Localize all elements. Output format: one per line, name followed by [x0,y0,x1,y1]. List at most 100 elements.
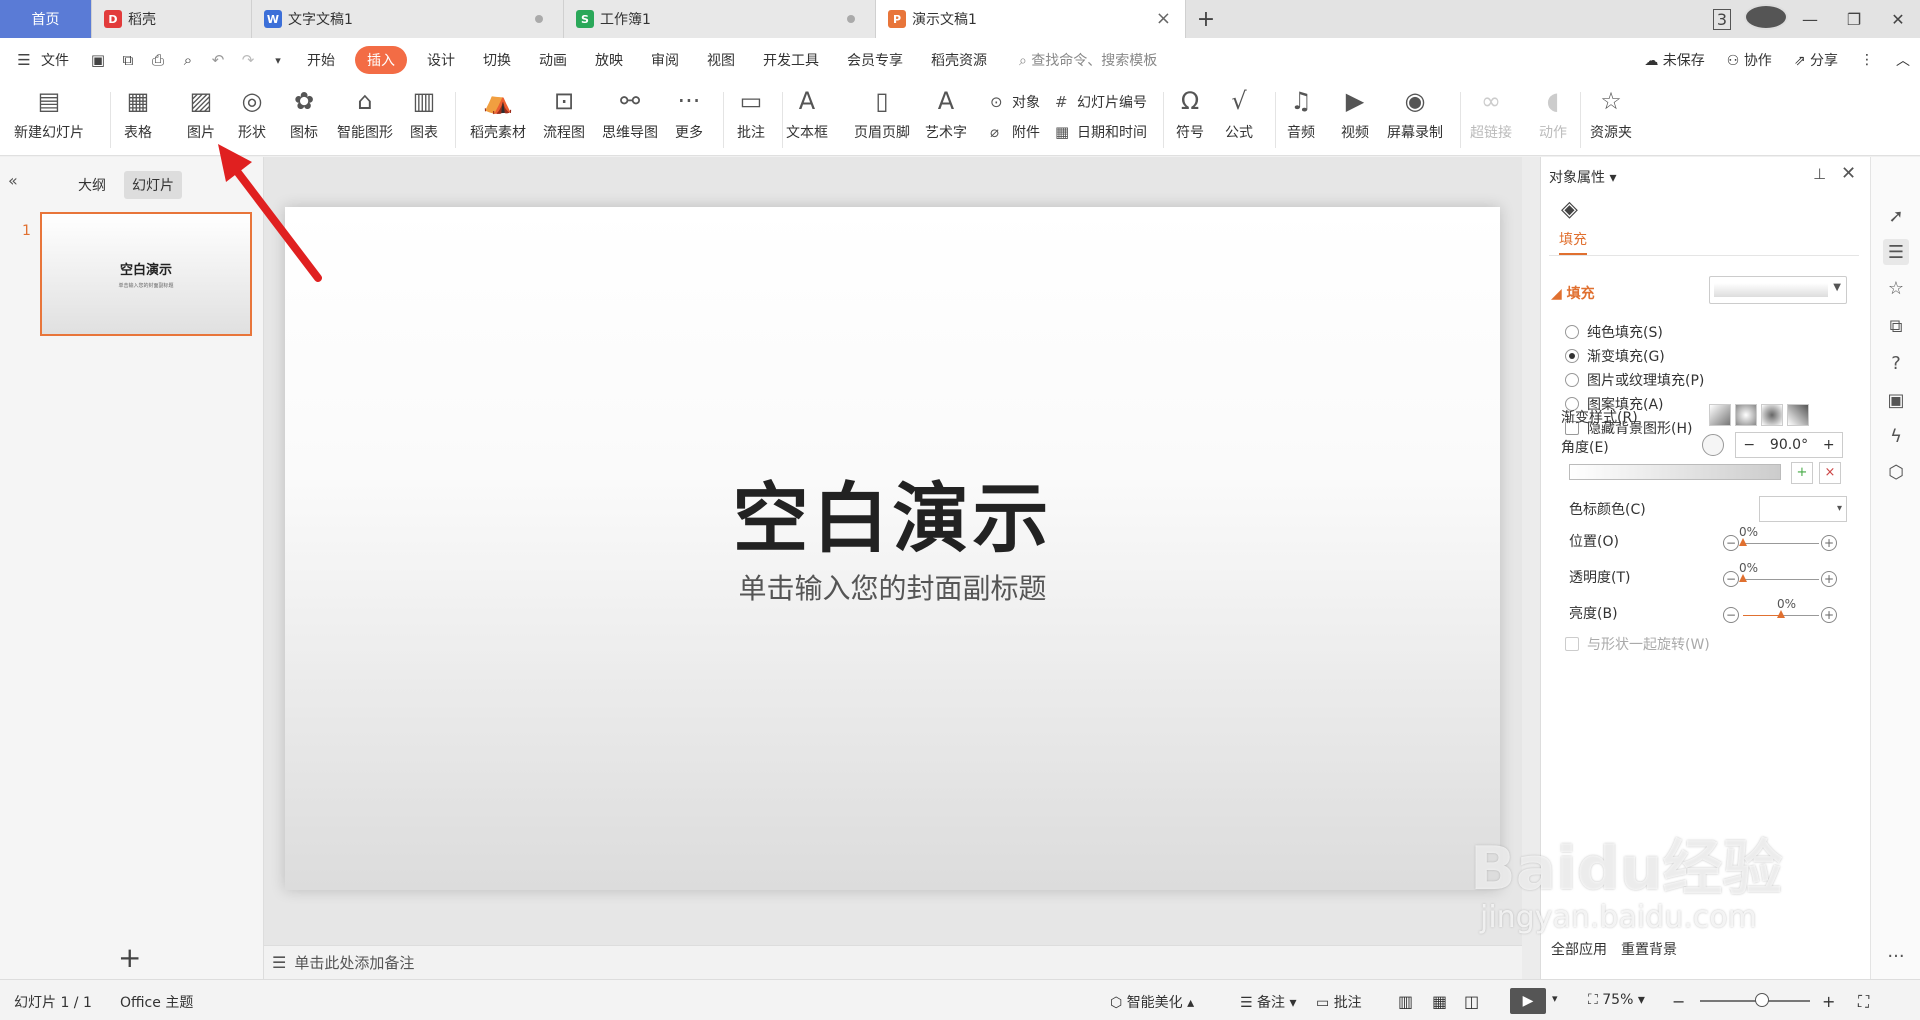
reset-bg-button[interactable]: 重置背景 [1621,939,1677,959]
shape-button[interactable]: ◎ 形状 [235,84,269,142]
rocket-icon[interactable]: ➚ [1883,203,1909,229]
menu-insert[interactable]: 插入 [355,46,407,74]
angle-spinner[interactable]: −90.0° + [1735,432,1843,458]
datetime-button[interactable]: ▦ 日期和时间 [1055,122,1147,142]
symbol-button[interactable]: Ω 符号 [1173,84,1207,142]
color-stop-dropdown[interactable]: ▾ [1759,496,1847,522]
comment-toggle[interactable]: ▭ 批注 [1316,992,1362,1012]
fill-preset-dropdown[interactable]: ▼ [1709,276,1847,304]
new-slide-button[interactable]: ▤ 新建幻灯片 [14,84,84,142]
radio-picture-fill[interactable]: 图片或纹理填充(P) [1565,370,1704,390]
decrease-icon[interactable]: − [1723,571,1739,587]
reading-view-icon[interactable]: ◫ [1464,992,1479,1011]
chart-button[interactable]: ▥ 图表 [407,84,441,142]
textbox-button[interactable]: A 文本框 [786,84,828,142]
plus-icon[interactable]: + [1816,437,1843,453]
collab-button[interactable]: ⚇ 协作 [1727,50,1772,70]
window-count-badge[interactable]: 3 [1700,8,1744,30]
more-button[interactable]: ··· 更多 [672,84,706,142]
panel-title[interactable]: 对象属性 ▾ [1549,167,1616,187]
slide-canvas[interactable]: 空白演示 单击输入您的封面副标题 [285,207,1500,890]
minus-icon[interactable]: − [1736,437,1763,453]
menu-review[interactable]: 审阅 [637,50,693,70]
slide-subtitle[interactable]: 单击输入您的封面副标题 [285,567,1500,607]
save-icon[interactable]: ▣ [88,50,108,70]
preview-icon[interactable]: ⌕ [178,50,198,70]
tab-outline[interactable]: 大纲 [70,171,114,199]
collapse-ribbon-icon[interactable]: ︿ [1896,50,1910,70]
slider-thumb[interactable] [1777,610,1785,618]
fill-section-header[interactable]: ◢ 填充 [1551,283,1595,303]
fit-window-icon[interactable]: ⛶ [1858,992,1869,1012]
tab-writer[interactable]: W 文字文稿1 [252,0,564,38]
theme-name[interactable]: Office 主题 [120,992,193,1012]
collapse-panel-icon[interactable]: « [8,171,18,190]
lightning-icon[interactable]: ϟ [1883,423,1909,449]
gradient-style-linear[interactable] [1709,404,1731,426]
mindmap-button[interactable]: ⚯ 思维导图 [602,84,658,142]
slide-number-button[interactable]: # 幻灯片编号 [1055,92,1147,112]
increase-icon[interactable]: + [1821,607,1837,623]
smartart-button[interactable]: ⌂ 智能图形 [337,84,393,142]
new-tab-button[interactable]: + [1186,0,1226,38]
resource-button[interactable]: ☆ 资源夹 [1590,84,1632,142]
close-window-icon[interactable]: ✕ [1876,10,1920,29]
star-icon[interactable]: ☆ [1883,275,1909,301]
object-button[interactable]: ⊙ 对象 [990,92,1040,112]
zoom-out-icon[interactable]: − [1672,992,1685,1011]
radio-solid-fill[interactable]: 纯色填充(S) [1565,322,1663,342]
slide-title[interactable]: 空白演示 [285,457,1500,567]
play-button[interactable]: ▶ [1510,988,1546,1014]
restore-icon[interactable]: ❐ [1832,10,1876,29]
radio-gradient-fill[interactable]: 渐变填充(G) [1565,346,1665,366]
decrease-icon[interactable]: − [1723,607,1739,623]
docer-material-button[interactable]: ⛺ 稻壳素材 [470,84,526,142]
more-dots-icon[interactable]: ··· [1883,943,1909,969]
zoom-slider-thumb[interactable] [1755,993,1769,1007]
tab-slides[interactable]: 幻灯片 [124,171,182,199]
menu-member[interactable]: 会员专享 [833,50,917,70]
help-icon[interactable]: ? [1883,350,1909,376]
gradient-style-path[interactable] [1787,404,1809,426]
beautify-button[interactable]: ⬡ 智能美化 ▴ [1110,992,1194,1012]
hamburger-icon[interactable]: ☰ [14,50,34,70]
apply-all-button[interactable]: 全部应用 [1551,939,1607,959]
minimize-icon[interactable]: — [1788,10,1832,29]
close-tab-icon[interactable]: × [1156,8,1171,29]
redo-icon[interactable]: ↷ [238,50,258,70]
increase-icon[interactable]: + [1821,571,1837,587]
flowchart-button[interactable]: ⊡ 流程图 [543,84,585,142]
menu-slideshow[interactable]: 放映 [581,50,637,70]
attachment-button[interactable]: ⌀ 附件 [990,122,1040,142]
menu-file[interactable]: 文件 [39,50,83,70]
decrease-icon[interactable]: − [1723,535,1739,551]
gradient-style-radial[interactable] [1735,404,1757,426]
menu-devtools[interactable]: 开发工具 [749,50,833,70]
command-search[interactable]: ⌕ 查找命令、搜索模板 [1019,50,1157,70]
menu-animation[interactable]: 动画 [525,50,581,70]
slide-thumbnail[interactable]: 空白演示 单击输入您的封面副标题 [40,212,252,336]
print-icon[interactable]: ⎙ [148,50,168,70]
screen-record-button[interactable]: ◉ 屏幕录制 [1387,84,1443,142]
tab-sheet[interactable]: S 工作簿1 [564,0,876,38]
formula-button[interactable]: √ 公式 [1222,84,1256,142]
menu-transition[interactable]: 切换 [469,50,525,70]
more-icon[interactable]: ⋮ [1860,52,1874,68]
share-button[interactable]: ⇗ 分享 [1794,50,1838,70]
hyperlink-button[interactable]: ∞ 超链接 [1470,84,1512,142]
zoom-fit-button[interactable]: ⛶ 75% ▾ [1588,992,1645,1008]
slider-thumb[interactable] [1739,538,1747,546]
gradient-style-rect[interactable] [1761,404,1783,426]
pin-icon[interactable]: ⊥ [1813,165,1826,183]
icon-button[interactable]: ✿ 图标 [287,84,321,142]
add-stop-icon[interactable]: + [1791,462,1813,484]
remove-stop-icon[interactable]: × [1819,462,1841,484]
add-slide-icon[interactable]: + [118,941,141,974]
undo-icon[interactable]: ↶ [208,50,228,70]
menu-docer-resources[interactable]: 稻壳资源 [917,50,1001,70]
cube-icon[interactable]: ⬡ [1883,459,1909,485]
notes-toggle[interactable]: ☰ 备注 ▾ [1240,992,1297,1012]
action-button[interactable]: ◖ 动作 [1536,84,1570,142]
menu-design[interactable]: 设计 [413,50,469,70]
close-panel-icon[interactable]: ✕ [1841,163,1856,184]
